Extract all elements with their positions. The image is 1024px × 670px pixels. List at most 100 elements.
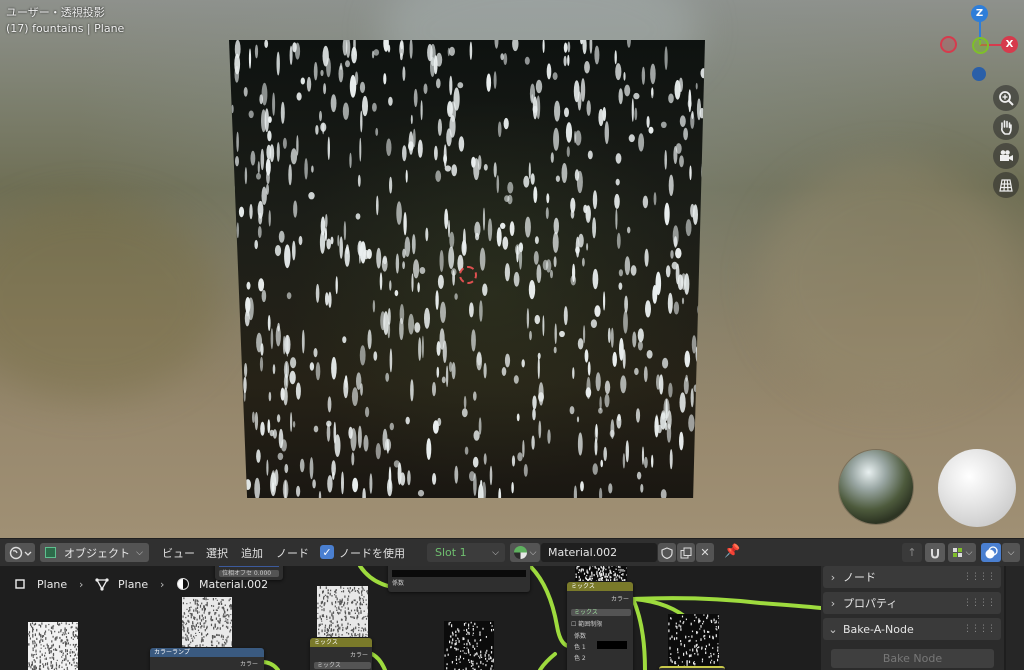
- camera-icon[interactable]: [993, 143, 1019, 169]
- slot-dropdown[interactable]: Slot 1 ⌵: [427, 543, 505, 562]
- mix2-type-dropdown[interactable]: ミックス: [571, 609, 631, 616]
- material-name: Material.002: [548, 546, 618, 559]
- parent-node-tree-icon[interactable]: ↑: [902, 543, 922, 562]
- material-preview-sphere: [938, 449, 1016, 527]
- overlays-icon[interactable]: [981, 543, 1001, 562]
- mode-dropdown[interactable]: オブジェクト ⌵: [40, 543, 149, 562]
- snap-magnet-icon[interactable]: [925, 543, 945, 562]
- mesh-icon: [95, 578, 109, 594]
- factor-label: 係数: [392, 580, 405, 587]
- breadcrumb-object: Plane: [37, 578, 68, 591]
- gizmo-y-axis[interactable]: [972, 37, 989, 54]
- node-header: ミックス: [567, 582, 633, 591]
- texture-pattern: [575, 566, 628, 583]
- noise-texture-preview: [182, 597, 234, 649]
- mix2-color2-socket: 色 2: [574, 655, 586, 662]
- chevron-down-icon: ⌵: [965, 547, 973, 558]
- hdri-preview-sphere: [839, 450, 913, 524]
- slot-label: Slot 1: [435, 546, 467, 559]
- breadcrumb-mesh: Plane: [118, 578, 149, 591]
- noise-texture-preview: [317, 586, 369, 640]
- panel-properties[interactable]: › プロパティ ⋮⋮⋮⋮: [823, 592, 1001, 614]
- node-header: ミックス: [310, 638, 372, 647]
- grip-icon[interactable]: ⋮⋮⋮⋮: [963, 624, 996, 634]
- panel-bake-a-node-label: Bake-A-Node: [843, 622, 914, 636]
- gizmo-neg-x-axis[interactable]: [940, 36, 957, 53]
- node-mix-2[interactable]: ミックス カラー ミックス ☐ 範囲制限 係数 色 1 色 2: [567, 582, 633, 670]
- 3d-cursor[interactable]: [459, 266, 477, 284]
- gizmo-x-axis[interactable]: X: [1001, 36, 1018, 53]
- menu-node[interactable]: ノード: [276, 545, 309, 561]
- drops-mask-preview: [575, 566, 628, 583]
- object-icon: [15, 579, 25, 589]
- mix2-output-label: カラー: [610, 596, 629, 603]
- offset-field[interactable]: 位相オフセ 0.000: [219, 570, 279, 577]
- node-texture-output[interactable]: 係数: [388, 566, 530, 592]
- menu-view[interactable]: ビュー: [162, 545, 195, 561]
- chevron-right-icon: ›: [830, 596, 836, 610]
- mix2-factor-socket: 係数: [574, 633, 587, 640]
- duplicate-icon[interactable]: [677, 543, 695, 562]
- sidebar-scrollbar[interactable]: [1006, 566, 1024, 670]
- texture-pattern: [28, 622, 79, 670]
- grid-icon[interactable]: [993, 172, 1019, 198]
- texture-pattern: [182, 597, 234, 649]
- texture-pattern: [668, 614, 721, 669]
- node-header: カラーランプ: [150, 648, 264, 657]
- object-info: (17) fountains | Plane: [6, 22, 125, 35]
- pin-icon[interactable]: 📌: [724, 544, 740, 559]
- mode-label: オブジェクト: [64, 546, 130, 560]
- panel-bake-a-node[interactable]: ⌄ Bake-A-Node ⋮⋮⋮⋮: [823, 618, 1001, 640]
- menu-add[interactable]: 追加: [241, 545, 263, 561]
- node-mix[interactable]: ミックス カラー ミックス: [310, 638, 372, 670]
- close-icon[interactable]: ✕: [696, 543, 714, 562]
- chevron-down-icon: ⌵: [529, 547, 537, 558]
- chevron-right-icon: ›: [79, 578, 84, 591]
- view-name: ユーザー・透視投影: [6, 6, 105, 19]
- ramp-output-label: カラー: [239, 661, 258, 668]
- chevron-right-icon: ›: [830, 570, 836, 584]
- drops-mask-preview: [444, 621, 495, 670]
- gizmo-z-axis[interactable]: Z: [971, 5, 988, 22]
- zoom-icon[interactable]: [993, 85, 1019, 111]
- use-nodes-checkbox[interactable]: ✓: [320, 545, 334, 559]
- snap-grid-icon[interactable]: ⌵: [948, 543, 976, 562]
- panel-properties-label: プロパティ: [843, 597, 898, 610]
- grip-icon[interactable]: ⋮⋮⋮⋮: [963, 572, 996, 582]
- breadcrumb-material: Material.002: [199, 578, 269, 591]
- color-swatch: [392, 570, 526, 577]
- texture-pattern: [317, 586, 369, 640]
- ramp-value-bar: [219, 566, 279, 567]
- drops-mask-preview: [668, 614, 721, 669]
- chevron-down-icon: ⌄: [828, 622, 838, 636]
- object-mode-icon: [45, 547, 56, 558]
- material-icon: [177, 578, 189, 590]
- chevron-down-icon: ⌵: [492, 547, 499, 558]
- mix2-color1-socket: 色 1: [574, 644, 586, 651]
- editor-type-button[interactable]: [5, 543, 35, 562]
- node-output-partial[interactable]: [659, 666, 725, 670]
- chevron-down-icon: ⌵: [136, 547, 143, 558]
- mix-type-dropdown[interactable]: ミックス: [314, 662, 371, 669]
- grip-icon[interactable]: ⋮⋮⋮⋮: [963, 598, 996, 608]
- 3d-viewport[interactable]: ユーザー・透視投影 (17) fountains | Plane Z X: [0, 0, 1024, 538]
- node-color-ramp[interactable]: カラーランプ カラー: [150, 648, 264, 670]
- panel-node-label: ノード: [843, 571, 876, 584]
- chevron-right-icon: ›: [160, 578, 165, 591]
- texture-preview: [28, 622, 79, 670]
- hand-pan-icon[interactable]: [993, 114, 1019, 140]
- menu-select[interactable]: 選択: [206, 545, 228, 561]
- material-name-field[interactable]: Material.002: [541, 543, 657, 562]
- fake-user-shield-icon[interactable]: [658, 543, 676, 562]
- panel-node[interactable]: › ノード ⋮⋮⋮⋮: [823, 566, 1001, 588]
- chevron-down-icon[interactable]: ⌵: [1002, 543, 1020, 562]
- node-editor-icon: [9, 546, 32, 559]
- clamp-label: 範囲制限: [578, 621, 603, 628]
- gizmo-neg-z-axis[interactable]: [972, 67, 986, 81]
- mix-output-label: カラー: [349, 652, 368, 659]
- clamp-checkbox[interactable]: ☐ 範囲制限: [571, 619, 602, 628]
- bake-node-button[interactable]: Bake Node: [831, 649, 994, 668]
- material-browse-button[interactable]: ⌵: [510, 543, 540, 562]
- color1-swatch[interactable]: [597, 641, 627, 649]
- background-blur: [0, 200, 220, 400]
